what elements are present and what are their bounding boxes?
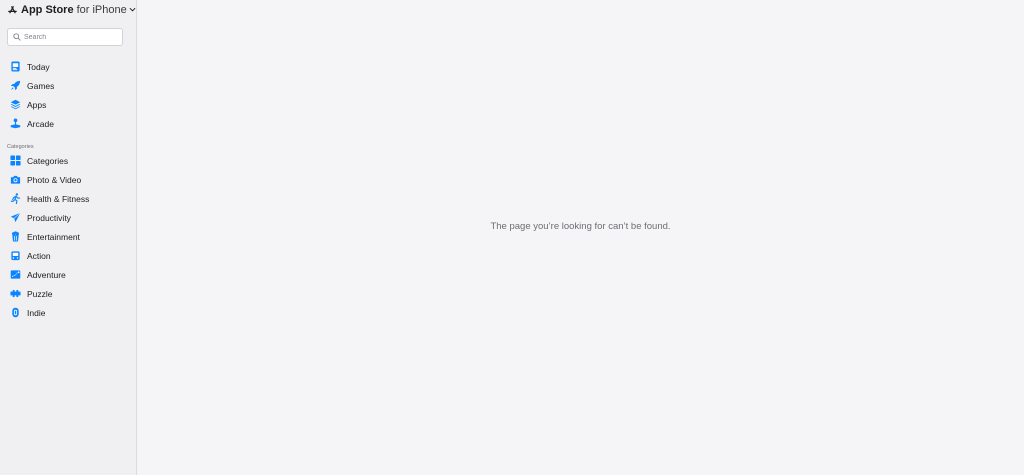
nav-item-productivity[interactable]: Productivity <box>0 208 137 227</box>
map-icon <box>10 269 21 280</box>
brand-title: App Store <box>21 3 74 16</box>
nav-item-action[interactable]: Action <box>0 246 137 265</box>
nav-label: Action <box>27 250 51 261</box>
nav-item-categories[interactable]: Categories <box>0 151 137 170</box>
today-icon <box>10 61 21 72</box>
categories-nav: Categories Photo & Video Health & Fitnes… <box>0 151 137 322</box>
nav-label: Photo & Video <box>27 174 82 185</box>
nav-label: Games <box>27 80 55 91</box>
layers-icon <box>10 99 21 110</box>
nav-label: Productivity <box>27 212 71 223</box>
main-nav: Today Games Apps Arcade <box>0 57 137 133</box>
running-icon <box>10 193 21 204</box>
search-box[interactable] <box>7 28 123 46</box>
nav-label: Categories <box>27 155 69 166</box>
nav-label: Today <box>27 61 50 72</box>
nav-label: Arcade <box>27 118 54 129</box>
gamepad-icon <box>10 250 21 261</box>
rocket-icon <box>10 80 21 91</box>
nav-item-adventure[interactable]: Adventure <box>0 265 137 284</box>
indie-icon <box>10 307 21 318</box>
app-store-logo-icon <box>8 6 17 14</box>
nav-item-games[interactable]: Games <box>0 76 137 95</box>
nav-label: Puzzle <box>27 288 53 299</box>
nav-label: Entertainment <box>27 231 80 242</box>
nav-item-today[interactable]: Today <box>0 57 137 76</box>
nav-item-arcade[interactable]: Arcade <box>0 114 137 133</box>
nav-label: Indie <box>27 307 46 318</box>
nav-label: Apps <box>27 99 47 110</box>
nav-item-apps[interactable]: Apps <box>0 95 137 114</box>
camera-icon <box>10 174 21 185</box>
puzzle-icon <box>10 288 21 299</box>
nav-item-puzzle[interactable]: Puzzle <box>0 284 137 303</box>
not-found-message: The page you’re looking for can’t be fou… <box>490 221 671 232</box>
joystick-icon <box>10 118 21 129</box>
paper-plane-icon <box>10 212 21 223</box>
search-icon <box>13 33 21 41</box>
nav-label: Health & Fitness <box>27 193 90 204</box>
nav-item-entertainment[interactable]: Entertainment <box>0 227 137 246</box>
nav-item-photo-video[interactable]: Photo & Video <box>0 170 137 189</box>
sidebar: App Store for iPhone Today <box>0 0 137 475</box>
main-content: The page you’re looking for can’t be fou… <box>137 0 1024 475</box>
brand-device: for iPhone <box>76 3 127 16</box>
search-input[interactable] <box>24 33 119 41</box>
popcorn-icon <box>10 231 21 242</box>
nav-label: Adventure <box>27 269 66 280</box>
app-store-switcher[interactable]: App Store for iPhone <box>7 3 136 16</box>
grid-icon <box>10 155 21 166</box>
app-window: App Store for iPhone Today <box>0 0 1024 475</box>
categories-section-label: Categories <box>7 144 34 150</box>
nav-item-indie[interactable]: Indie <box>0 303 137 322</box>
chevron-down-icon <box>129 7 136 12</box>
nav-item-health-fitness[interactable]: Health & Fitness <box>0 189 137 208</box>
